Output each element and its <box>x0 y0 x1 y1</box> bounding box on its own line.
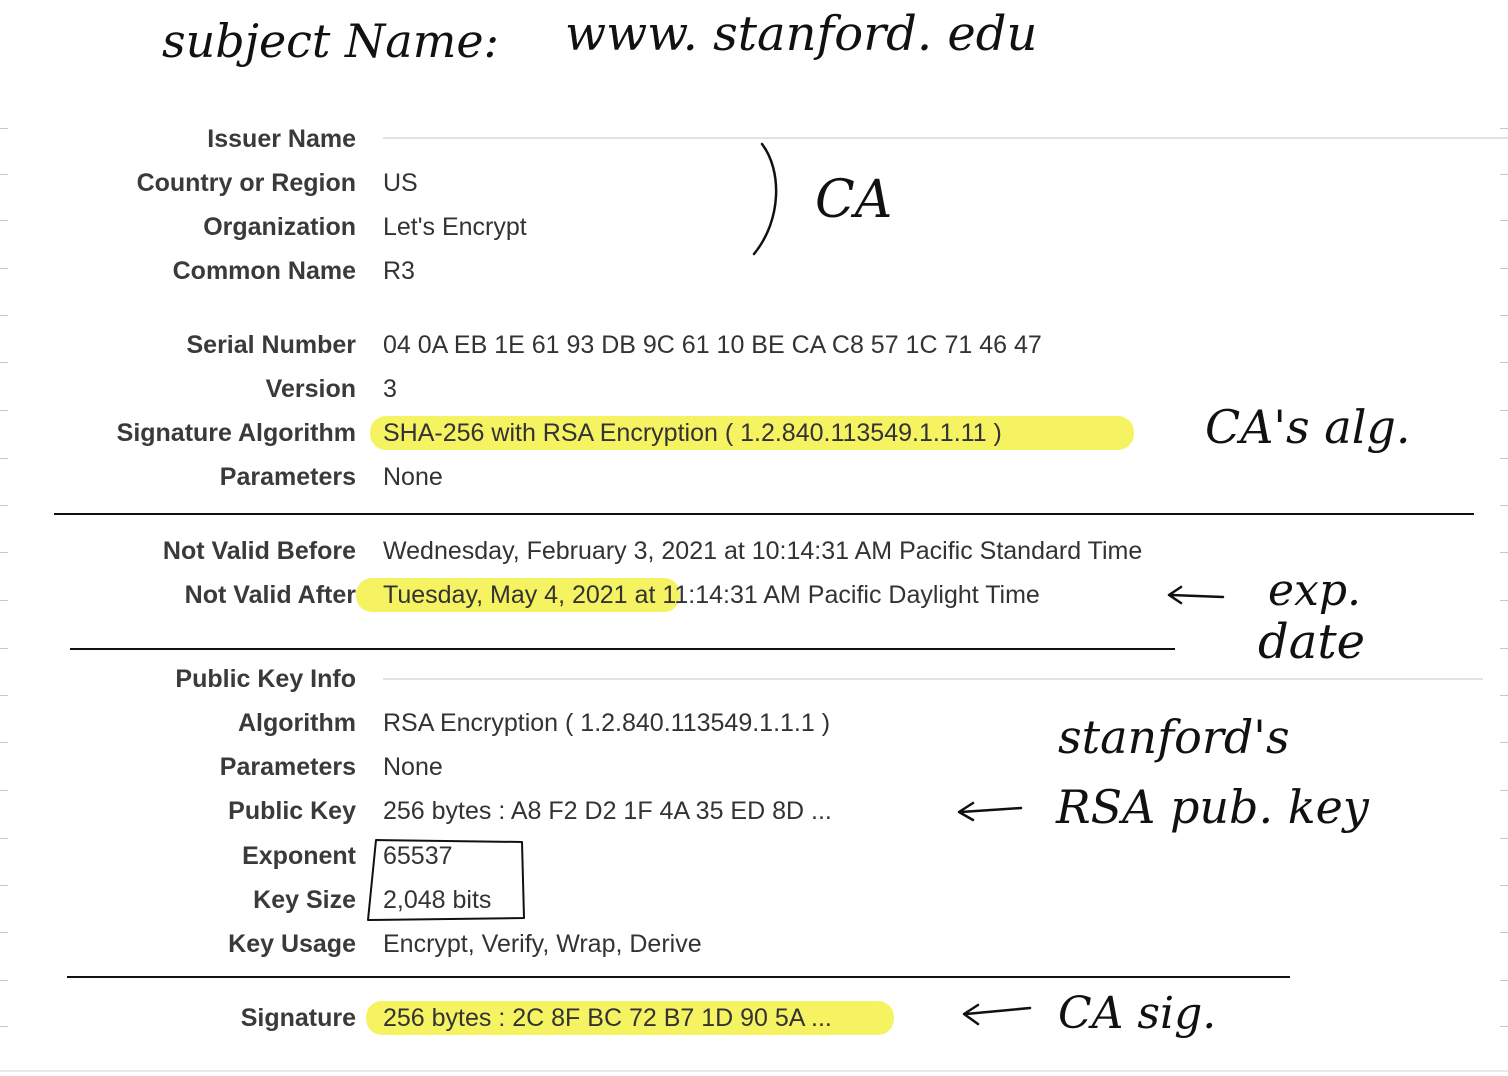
handwritten-rsa-pub-key: RSA pub. key <box>1056 780 1369 834</box>
handwritten-subject-value: www. stanford. edu <box>565 6 1038 62</box>
not-valid-before-value: Wednesday, February 3, 2021 at 10:14:31 … <box>383 537 1143 565</box>
handwritten-arrow-left-icon <box>1167 585 1225 605</box>
not-valid-before-label: Not Valid Before <box>162 537 356 565</box>
issuer-name-heading: Issuer Name <box>207 125 356 153</box>
handwritten-date: date <box>1258 614 1366 670</box>
country-value: US <box>383 169 418 197</box>
handwritten-ca: CA <box>815 170 893 230</box>
signature-algorithm-value: SHA-256 with RSA Encryption ( 1.2.840.11… <box>383 419 1002 447</box>
bottom-edge <box>0 1070 1508 1072</box>
parameters-value: None <box>383 463 443 491</box>
handwritten-separator-2 <box>70 648 1175 650</box>
handwritten-bracket <box>752 142 778 256</box>
key-usage-label: Key Usage <box>228 930 356 958</box>
public-key-label: Public Key <box>228 797 356 825</box>
handwritten-separator-1 <box>54 513 1474 515</box>
handwritten-subject-label: subject Name: <box>162 14 500 68</box>
handwritten-ca-alg: CA's alg. <box>1205 400 1411 454</box>
serial-number-value: 04 0A EB 1E 61 93 DB 9C 61 10 BE CA C8 5… <box>383 331 1042 359</box>
organization-value: Let's Encrypt <box>383 213 527 241</box>
public-key-info-heading: Public Key Info <box>175 665 356 693</box>
public-key-value: 256 bytes : A8 F2 D2 1F 4A 35 ED 8D ... <box>383 797 832 825</box>
signature-algorithm-label: Signature Algorithm <box>116 419 356 447</box>
handwritten-box <box>367 839 525 921</box>
handwritten-separator-3 <box>67 976 1290 978</box>
organization-label: Organization <box>203 213 356 241</box>
common-name-label: Common Name <box>172 257 356 285</box>
not-valid-after-value: Tuesday, May 4, 2021 at 11:14:31 AM Paci… <box>383 580 1040 610</box>
pk-parameters-label: Parameters <box>219 753 356 781</box>
key-usage-value: Encrypt, Verify, Wrap, Derive <box>383 930 702 958</box>
issuer-divider <box>383 137 1508 139</box>
not-valid-after-label: Not Valid After <box>184 581 356 609</box>
pk-parameters-value: None <box>383 753 443 781</box>
signature-label: Signature <box>240 1004 356 1032</box>
handwritten-ca-sig: CA sig. <box>1058 988 1217 1039</box>
signature-value: 256 bytes : 2C 8F BC 72 B7 1D 90 5A ... <box>383 1004 832 1032</box>
exponent-label: Exponent <box>242 842 356 870</box>
handwritten-exp: exp. <box>1268 565 1362 616</box>
public-key-divider <box>383 678 1483 680</box>
pk-algorithm-value: RSA Encryption ( 1.2.840.113549.1.1.1 ) <box>383 709 831 737</box>
pk-algorithm-label: Algorithm <box>237 709 356 737</box>
handwritten-arrow-left-icon <box>962 1003 1032 1026</box>
handwritten-stanfords: stanford's <box>1058 710 1290 764</box>
common-name-value: R3 <box>383 257 415 285</box>
not-valid-after-date: Tuesday, May 4, 2021 <box>383 581 628 609</box>
key-size-label: Key Size <box>253 886 356 914</box>
version-label: Version <box>265 375 356 403</box>
country-label: Country or Region <box>136 169 356 197</box>
not-valid-after-time: at 11:14:31 AM Pacific Daylight Time <box>627 581 1040 609</box>
handwritten-arrow-left-icon <box>957 801 1023 822</box>
version-value: 3 <box>383 375 397 403</box>
parameters-label: Parameters <box>219 463 356 491</box>
serial-number-label: Serial Number <box>186 331 356 359</box>
